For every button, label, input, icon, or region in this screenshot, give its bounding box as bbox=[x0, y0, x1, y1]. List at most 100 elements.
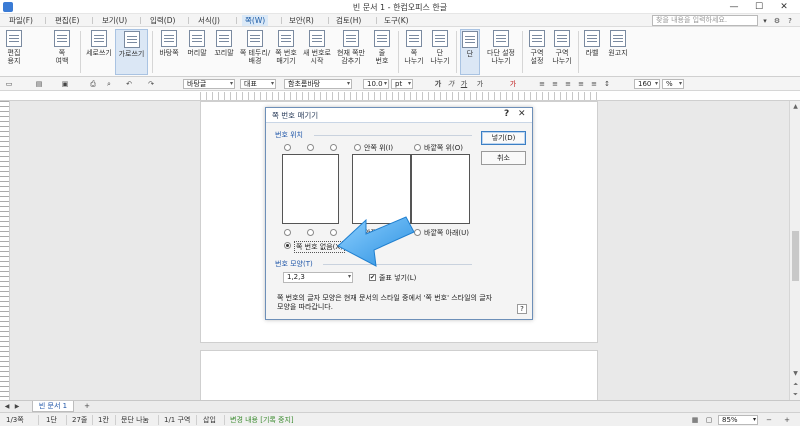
cancel-button[interactable]: 취소 bbox=[481, 151, 526, 165]
next-page-icon[interactable]: ⏷ bbox=[791, 390, 800, 399]
open-folder-icon[interactable]: ▤ bbox=[34, 79, 44, 89]
new-number-button[interactable]: 새 번호로 시작 bbox=[301, 29, 333, 75]
page-number-button[interactable]: 쪽 번호 매기기 bbox=[272, 29, 300, 75]
align-right-icon[interactable]: ≡ bbox=[563, 79, 573, 89]
radio-bottom-left[interactable] bbox=[284, 229, 291, 236]
page-border-button[interactable]: 쪽 테두리/ 배경 bbox=[238, 29, 272, 75]
dash-checkbox[interactable]: ✔ bbox=[369, 274, 376, 281]
style-select[interactable]: 바탕글 bbox=[183, 79, 235, 89]
strikethrough-button[interactable]: 가 bbox=[475, 79, 485, 89]
hide-current-page-button[interactable]: 현재 쪽만 감추기 bbox=[334, 29, 368, 75]
align-left-icon[interactable]: ≡ bbox=[537, 79, 547, 89]
vertical-scrollbar[interactable]: ▲ ▼ ⏶ ⏷ bbox=[789, 101, 800, 400]
justify-icon[interactable]: ≡ bbox=[576, 79, 586, 89]
radio-top-center[interactable] bbox=[307, 144, 314, 151]
status-break: 문단 나눔 bbox=[121, 416, 149, 424]
scroll-thumb[interactable] bbox=[792, 231, 799, 281]
font-color-button[interactable]: 가 bbox=[508, 79, 518, 89]
prev-page-icon[interactable]: ⏶ bbox=[791, 380, 800, 389]
zoom-select[interactable]: 160 bbox=[634, 79, 660, 89]
label-button[interactable]: 라벨 bbox=[581, 29, 603, 75]
insert-button[interactable]: 넣기(D) bbox=[481, 131, 526, 145]
add-tab-button[interactable]: + bbox=[82, 401, 92, 411]
font-size-select[interactable]: 10.0 bbox=[363, 79, 389, 89]
page-margin-icon bbox=[54, 30, 70, 47]
header-button[interactable]: 머리말 bbox=[184, 29, 210, 75]
menu-file[interactable]: 파일(F) bbox=[6, 15, 36, 26]
menu-edit[interactable]: 편집(E) bbox=[52, 15, 82, 26]
menu-review[interactable]: 검토(H) bbox=[333, 15, 364, 26]
page-setup-button[interactable]: 편집 용지 bbox=[2, 29, 26, 75]
scroll-down-icon[interactable]: ▼ bbox=[791, 369, 800, 378]
horizontal-orientation-button[interactable]: 가로쓰기 bbox=[115, 29, 148, 75]
menu-insert[interactable]: 입력(D) bbox=[147, 15, 178, 26]
menu-format[interactable]: 서식(J) bbox=[195, 15, 223, 26]
label-icon bbox=[584, 30, 600, 47]
section-settings-button[interactable]: 구역 설정 bbox=[526, 29, 548, 75]
minimize-button[interactable]: — bbox=[722, 0, 746, 14]
status-track-changes[interactable]: 변경 내용 [기록 중지] bbox=[230, 415, 294, 425]
new-document-icon[interactable]: ▭ bbox=[4, 79, 14, 89]
align-center-icon[interactable]: ≡ bbox=[550, 79, 560, 89]
line-number-button[interactable]: 줄 번호 bbox=[370, 29, 394, 75]
underline-button[interactable]: 가 bbox=[459, 79, 469, 89]
menu-security[interactable]: 보안(R) bbox=[286, 15, 317, 26]
bold-button[interactable]: 가 bbox=[433, 79, 443, 89]
help-search-dropdown-icon[interactable]: ▾ bbox=[760, 16, 770, 26]
undo-icon[interactable]: ↶ bbox=[124, 79, 134, 89]
radio-top-right[interactable] bbox=[330, 144, 337, 151]
status-zoom-select[interactable]: 85% bbox=[718, 415, 758, 425]
distribute-icon[interactable]: ≡ bbox=[589, 79, 599, 89]
multi-column-button[interactable]: 다단 설정 나누기 bbox=[483, 29, 519, 75]
radio-outside-top[interactable] bbox=[414, 144, 421, 151]
first-tab-icon[interactable]: ◀ bbox=[2, 402, 12, 412]
master-page-button[interactable]: 바탕쪽 bbox=[155, 29, 183, 75]
help-search-input[interactable]: 찾을 내용을 입력하세요. bbox=[652, 15, 758, 26]
horizontal-ruler[interactable] bbox=[0, 91, 800, 101]
vertical-ruler[interactable] bbox=[0, 101, 10, 400]
zoom-unit-select[interactable]: % bbox=[662, 79, 684, 89]
scroll-up-icon[interactable]: ▲ bbox=[791, 102, 800, 111]
dialog-help-button[interactable]: ? bbox=[504, 109, 514, 119]
menu-tools[interactable]: 도구(K) bbox=[381, 15, 412, 26]
note-help-button[interactable]: ? bbox=[517, 304, 527, 314]
dialog-close-button[interactable]: ✕ bbox=[518, 109, 528, 119]
radio-top-left[interactable] bbox=[284, 144, 291, 151]
menu-page[interactable]: 쪽(W) bbox=[242, 15, 269, 26]
view-mode-icon[interactable]: ▦ bbox=[690, 415, 700, 425]
vertical-orientation-button[interactable]: 세로쓰기 bbox=[84, 29, 114, 75]
italic-button[interactable]: 가 bbox=[446, 79, 456, 89]
size-unit-select[interactable]: pt bbox=[391, 79, 413, 89]
number-shape-select[interactable]: 1,2,3 bbox=[283, 272, 353, 283]
tab-document-1[interactable]: 빈 문서 1 bbox=[32, 401, 74, 412]
save-icon[interactable]: ▣ bbox=[60, 79, 70, 89]
columns-button[interactable]: 단 bbox=[460, 29, 480, 75]
close-window-button[interactable]: ✕ bbox=[772, 0, 796, 14]
section-break-button[interactable]: 구역 나누기 bbox=[550, 29, 574, 75]
radio-no-page-number[interactable] bbox=[284, 242, 291, 249]
help-icon[interactable]: ? bbox=[785, 16, 795, 26]
footer-button[interactable]: 꼬리말 bbox=[211, 29, 237, 75]
font-select[interactable]: 함초롬바탕 bbox=[284, 79, 352, 89]
settings-icon[interactable]: ⚙ bbox=[772, 16, 782, 26]
maximize-button[interactable]: ☐ bbox=[747, 0, 771, 14]
line-spacing-icon[interactable]: ↕ bbox=[602, 79, 612, 89]
next-tab-icon[interactable]: ▶ bbox=[12, 402, 22, 412]
radio-inside-top[interactable] bbox=[354, 144, 361, 151]
column-break-button[interactable]: 단 나누기 bbox=[428, 29, 452, 75]
status-page[interactable]: 1/3쪽 bbox=[6, 415, 24, 425]
language-select[interactable]: 대표 bbox=[240, 79, 276, 89]
status-insert-mode[interactable]: 삽입 bbox=[203, 415, 216, 425]
manuscript-paper-button[interactable]: 원고지 bbox=[605, 29, 631, 75]
web-view-icon[interactable]: ▢ bbox=[704, 415, 714, 425]
page-margin-button[interactable]: 쪽 여백 bbox=[49, 29, 75, 75]
radio-bottom-center[interactable] bbox=[307, 229, 314, 236]
menu-view[interactable]: 보기(U) bbox=[99, 15, 130, 26]
preview-icon[interactable]: ⌕ bbox=[104, 79, 114, 89]
redo-icon[interactable]: ↷ bbox=[146, 79, 156, 89]
zoom-out-button[interactable]: − bbox=[764, 415, 774, 425]
status-column: 1칸 bbox=[98, 416, 109, 424]
zoom-in-button[interactable]: + bbox=[782, 415, 792, 425]
print-icon[interactable]: ⎙ bbox=[88, 79, 98, 89]
page-break-button[interactable]: 쪽 나누기 bbox=[402, 29, 426, 75]
